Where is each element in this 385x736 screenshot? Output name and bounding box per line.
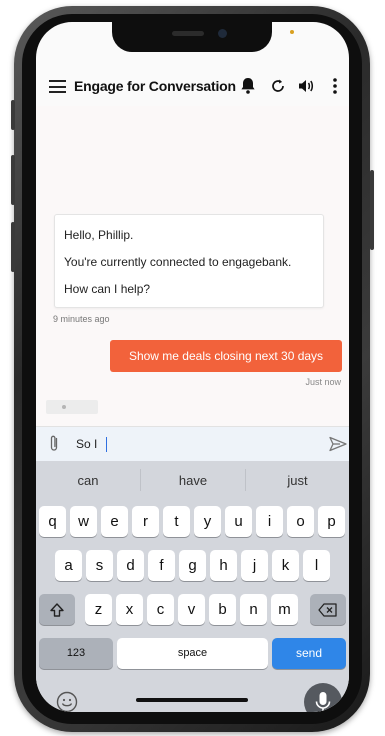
key-b[interactable]: b: [209, 594, 236, 625]
notch: [112, 22, 272, 52]
text-cursor: [106, 437, 107, 452]
phone-screen: Engage for Conversation Hello, Phillip. …: [36, 22, 349, 712]
earpiece-speaker: [172, 31, 204, 36]
key-p[interactable]: p: [318, 506, 345, 537]
app-header: Engage for Conversation: [36, 66, 349, 107]
key-z[interactable]: z: [85, 594, 112, 625]
key-v[interactable]: v: [178, 594, 205, 625]
send-icon[interactable]: [329, 436, 347, 452]
composer-bar: [36, 426, 349, 461]
key-m[interactable]: m: [271, 594, 298, 625]
more-vertical-icon[interactable]: [325, 76, 345, 96]
home-indicator[interactable]: [136, 698, 248, 702]
volume-down-button: [11, 222, 15, 272]
microphone-icon: [315, 692, 331, 712]
message-input[interactable]: [76, 432, 316, 456]
key-w[interactable]: w: [70, 506, 97, 537]
bot-connected-text: You're currently connected to engagebank…: [64, 255, 292, 269]
key-u[interactable]: u: [225, 506, 252, 537]
paperclip-icon[interactable]: [47, 434, 61, 454]
key-q[interactable]: q: [39, 506, 66, 537]
key-a[interactable]: a: [55, 550, 82, 581]
key-y[interactable]: y: [194, 506, 221, 537]
suggestion-2[interactable]: have: [141, 473, 245, 488]
status-dot: [290, 30, 294, 34]
app-title: Engage for Conversation: [74, 78, 236, 94]
volume-up-button: [11, 155, 15, 205]
microphone-button[interactable]: [304, 683, 342, 712]
shift-icon: [50, 603, 64, 617]
backspace-key[interactable]: [310, 594, 346, 625]
keyboard: can have just q w e r t y u i o p a s d …: [36, 461, 349, 712]
key-d[interactable]: d: [117, 550, 144, 581]
emoji-icon[interactable]: [56, 691, 78, 712]
suggestion-1[interactable]: can: [36, 473, 140, 488]
space-key[interactable]: space: [117, 638, 268, 669]
key-e[interactable]: e: [101, 506, 128, 537]
key-x[interactable]: x: [116, 594, 143, 625]
menu-icon[interactable]: [49, 80, 66, 93]
typing-dot: [62, 405, 66, 409]
front-camera: [218, 29, 227, 38]
speaker-icon[interactable]: [296, 76, 316, 96]
numbers-key[interactable]: 123: [39, 638, 113, 669]
chat-area[interactable]: Hello, Phillip. You're currently connect…: [36, 106, 349, 426]
key-o[interactable]: o: [287, 506, 314, 537]
bot-message-timestamp: 9 minutes ago: [53, 314, 110, 324]
silent-switch: [11, 100, 15, 130]
key-f[interactable]: f: [148, 550, 175, 581]
key-l[interactable]: l: [303, 550, 330, 581]
key-n[interactable]: n: [240, 594, 267, 625]
suggestion-bar: can have just: [36, 461, 349, 499]
backspace-icon: [318, 603, 337, 617]
power-button: [370, 170, 374, 250]
key-i[interactable]: i: [256, 506, 283, 537]
key-g[interactable]: g: [179, 550, 206, 581]
key-s[interactable]: s: [86, 550, 113, 581]
user-message-bubble: Show me deals closing next 30 days: [110, 340, 342, 372]
bot-message-card: Hello, Phillip. You're currently connect…: [54, 214, 324, 308]
send-key[interactable]: send: [272, 638, 346, 669]
user-message-timestamp: Just now: [305, 377, 341, 387]
key-t[interactable]: t: [163, 506, 190, 537]
bot-help-prompt: How can I help?: [64, 282, 151, 296]
typing-indicator: [46, 400, 98, 414]
bell-icon[interactable]: [238, 76, 258, 96]
suggestion-3[interactable]: just: [246, 473, 349, 488]
key-h[interactable]: h: [210, 550, 237, 581]
refresh-icon[interactable]: [268, 76, 288, 96]
bot-greeting: Hello, Phillip.: [64, 228, 134, 242]
key-c[interactable]: c: [147, 594, 174, 625]
key-j[interactable]: j: [241, 550, 268, 581]
key-r[interactable]: r: [132, 506, 159, 537]
shift-key[interactable]: [39, 594, 75, 625]
key-k[interactable]: k: [272, 550, 299, 581]
